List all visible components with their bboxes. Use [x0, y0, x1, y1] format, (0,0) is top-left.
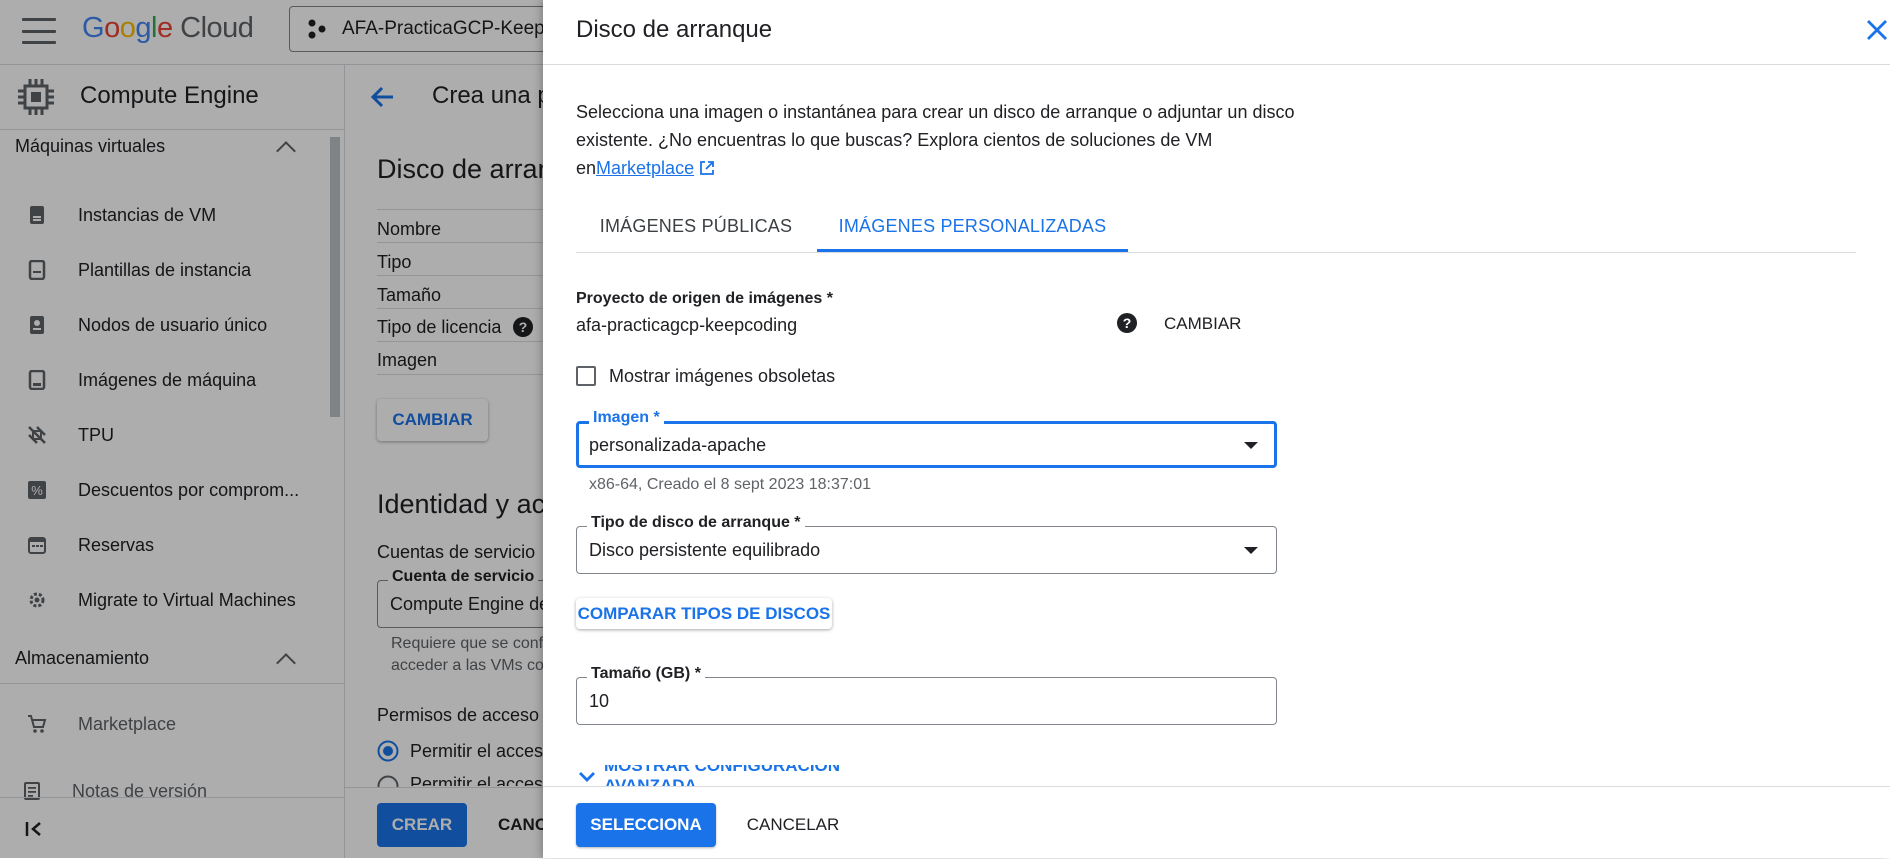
change-project-button[interactable]: CAMBIAR: [1164, 314, 1241, 334]
disk-type-label: Tipo de disco de arranque *: [587, 514, 805, 532]
boot-disk-panel: Disco de arranque Selecciona una imagen …: [543, 0, 1890, 858]
external-link-icon: [700, 161, 714, 175]
overlay-scrim[interactable]: [0, 0, 543, 858]
chevron-down-icon: [579, 772, 595, 782]
disk-type-select[interactable]: Tipo de disco de arranque * Disco persis…: [576, 514, 1277, 574]
divider: [576, 252, 1856, 253]
select-button[interactable]: SELECCIONA: [576, 803, 716, 847]
show-deprecated-label: Mostrar imágenes obsoletas: [609, 366, 836, 386]
dropdown-arrow-icon: [1244, 442, 1258, 449]
dropdown-arrow-icon: [1244, 547, 1258, 554]
svg-text:?: ?: [1123, 315, 1132, 331]
image-select-value: personalizada-apache: [589, 435, 767, 455]
image-select[interactable]: Imagen * personalizada-apache: [576, 409, 1277, 468]
show-deprecated-checkbox[interactable]: [576, 366, 596, 386]
advanced-settings-toggle[interactable]: MOSTRAR CONFIGURACIÓN AVANZADA: [576, 765, 936, 787]
compare-disk-types-button[interactable]: COMPARAR TIPOS DE DISCOS: [576, 598, 832, 629]
image-hint: x86-64, Creado el 8 sept 2023 18:37:01: [589, 476, 871, 493]
size-value: 10: [589, 691, 610, 711]
cancel-button[interactable]: CANCELAR: [738, 803, 848, 847]
close-icon[interactable]: [1863, 16, 1890, 44]
source-project-label: Proyecto de origen de imágenes *: [576, 290, 833, 307]
divider: [543, 786, 1890, 787]
disk-type-value: Disco persistente equilibrado: [589, 540, 821, 560]
size-label: Tamaño (GB) *: [587, 665, 705, 683]
image-select-label: Imagen *: [589, 409, 664, 427]
panel-description: Selecciona una imagen o instantánea para…: [576, 102, 1295, 178]
size-input[interactable]: Tamaño (GB) * 10: [576, 665, 1277, 725]
marketplace-link[interactable]: Marketplace: [596, 158, 694, 178]
divider: [543, 64, 1890, 65]
panel-title: Disco de arranque: [576, 16, 773, 43]
source-project-value: afa-practicagcp-keepcoding: [576, 315, 798, 335]
tab-custom-images[interactable]: IMÁGENES PERSONALIZADAS: [817, 200, 1128, 252]
help-icon[interactable]: ?: [1116, 312, 1138, 334]
tab-public-images[interactable]: IMÁGENES PÚBLICAS: [576, 200, 816, 252]
